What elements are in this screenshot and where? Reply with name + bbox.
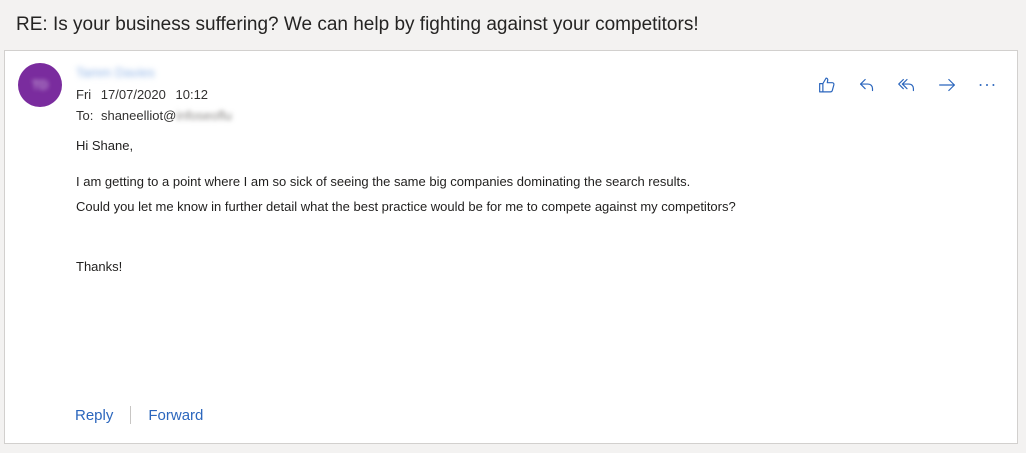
message-date: Fri 17/07/2020 10:12 [76,87,214,102]
date-value: 17/07/2020 [100,87,166,102]
recipient-row: To: shaneelliot@infoseoflu [76,108,232,123]
forward-link[interactable]: Forward [148,407,203,424]
forward-icon [939,78,955,92]
avatar-initials: TD [32,78,48,92]
to-label: To: [76,108,94,123]
reply-button[interactable] [855,73,879,97]
like-icon [819,77,835,93]
message-actions [815,73,999,97]
closing-text: Thanks! [76,259,123,274]
more-icon [979,83,995,87]
message-footer: Reply Forward [75,406,203,424]
forward-button[interactable] [935,73,959,97]
reply-link[interactable]: Reply [75,407,113,424]
message-card: TD Tamm Davies Fri 17/07/2020 10:12 To: … [4,50,1018,444]
reply-all-icon [898,78,915,92]
sender-name[interactable]: Tamm Davies [76,65,155,80]
like-button[interactable] [815,73,839,97]
recipient-address[interactable]: shaneelliot@ [101,108,176,123]
greeting-text: Hi Shane, [76,138,134,153]
avatar[interactable]: TD [18,63,62,107]
reply-all-button[interactable] [895,73,919,97]
reply-icon [859,78,874,92]
more-actions-button[interactable] [975,73,999,97]
body-line-2: Could you let me know in further detail … [76,199,736,214]
time-value: 10:12 [175,87,209,102]
message-body: Hi Shane, I am getting to a point where … [76,137,976,276]
recipient-domain: infoseoflu [176,108,232,123]
email-subject: RE: Is your business suffering? We can h… [16,14,699,35]
body-line-1: I am getting to a point where I am so si… [76,174,691,189]
footer-divider [130,406,132,424]
date-day: Fri [76,87,92,102]
